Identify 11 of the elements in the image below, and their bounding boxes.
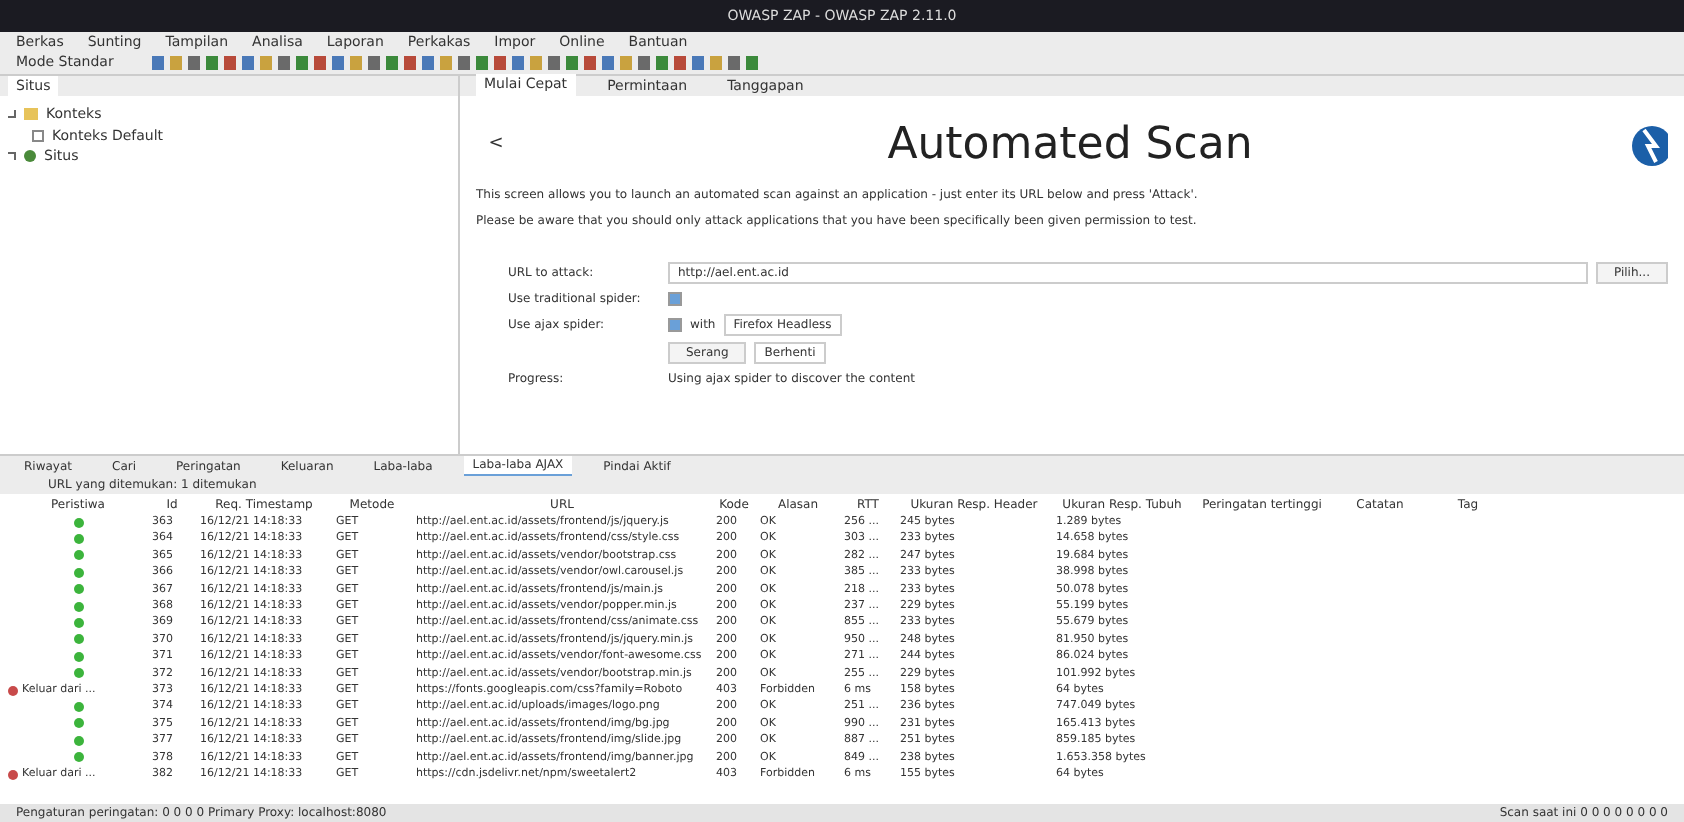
checkbox[interactable]	[668, 292, 682, 306]
scan-title: Automated Scan	[885, 118, 1255, 174]
collapse-icon[interactable]	[8, 110, 16, 119]
expand-icon[interactable]	[8, 152, 16, 161]
status-icon	[8, 685, 18, 696]
checkbox[interactable]	[668, 318, 682, 332]
status-icon	[8, 769, 18, 780]
context-icon	[32, 129, 44, 142]
folder-icon	[24, 150, 36, 163]
back-button[interactable]: <	[476, 131, 516, 159]
folder-icon	[24, 108, 38, 121]
